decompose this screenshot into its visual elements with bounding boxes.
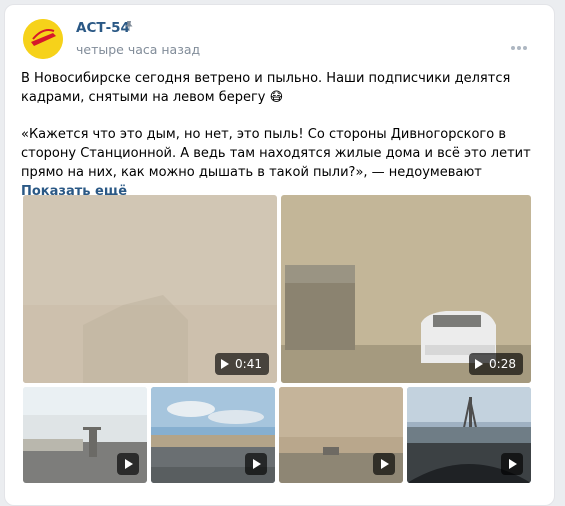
post-paragraph-1: В Новосибирске сегодня ветрено и пыльно.… [21,71,511,105]
post-card: АСТ-54 четыре часа назад В Новосибирске … [4,4,555,506]
post-paragraph-2-text: «Кажется что это дым, но нет, это пыль! … [21,127,531,180]
video-duration: 0:41 [235,357,262,371]
play-button [245,453,267,475]
post-timestamp[interactable]: четыре часа назад [76,42,200,57]
video-thumbnail[interactable]: 0:28 [281,195,531,383]
video-thumbnail[interactable] [279,387,403,483]
pin-icon [125,21,133,31]
video-duration-badge: 0:28 [469,353,523,375]
play-icon [475,359,484,369]
more-dots-icon[interactable] [511,35,529,54]
post-paragraph-2: «Кажется что это дым, но нет, это пыль! … [21,125,541,201]
video-thumbnail[interactable] [407,387,531,483]
play-icon [509,459,517,469]
play-icon [221,359,230,369]
play-button [117,453,139,475]
video-duration-badge: 0:41 [215,353,269,375]
community-avatar[interactable] [23,19,63,59]
play-icon [253,459,261,469]
video-duration: 0:28 [489,357,516,371]
play-icon [381,459,389,469]
author-name[interactable]: АСТ-54 [76,20,130,36]
video-thumbnail[interactable] [151,387,275,483]
video-thumbnail[interactable] [23,387,147,483]
play-button [373,453,395,475]
ast54-logo [23,19,63,59]
play-icon [125,459,133,469]
play-button [501,453,523,475]
post-text: В Новосибирске сегодня ветрено и пыльно.… [21,69,541,201]
video-thumbnail[interactable]: 0:41 [23,195,277,383]
